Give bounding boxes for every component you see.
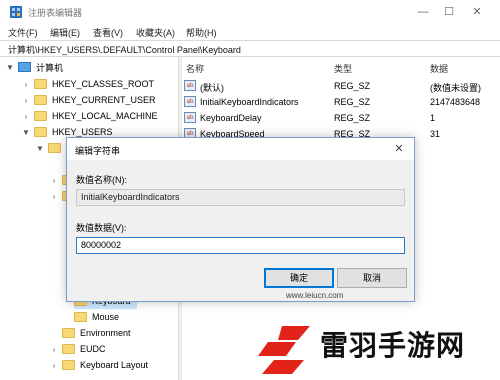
address-bar[interactable]: 计算机\HKEY_USERS\.DEFAULT\Control Panel\Ke… <box>0 40 500 57</box>
tree-item-label: HKEY_USERS <box>52 127 113 137</box>
folder-icon <box>62 360 75 370</box>
menu-edit[interactable]: 编辑(E) <box>50 26 80 39</box>
folder-icon <box>34 111 47 121</box>
tree-item-default[interactable]: ▼ <box>36 140 66 156</box>
minimize-button[interactable]: — <box>410 3 436 21</box>
collapsed-arrow-icon[interactable]: › <box>50 192 58 201</box>
value-type: REG_SZ <box>334 97 371 107</box>
tree-item-mouse[interactable]: Mouse <box>74 309 119 325</box>
value-type: REG_SZ <box>334 81 371 91</box>
table-row[interactable]: ab (默认) REG_SZ (数值未设置) <box>182 79 500 94</box>
maximize-button[interactable]: ☐ <box>436 3 462 21</box>
folder-icon <box>74 312 87 322</box>
tree-item-label: Environment <box>80 328 131 338</box>
expanded-arrow-icon[interactable]: ▼ <box>6 63 14 72</box>
value-data-input[interactable]: 80000002 <box>76 237 405 254</box>
tree-item-label: Keyboard Layout <box>80 360 149 370</box>
tree-item-label: HKEY_LOCAL_MACHINE <box>52 111 158 121</box>
value-data: 2147483648 <box>430 97 481 107</box>
ok-button[interactable]: 确定 <box>264 268 334 288</box>
tree-item-label: 计算机 <box>36 62 64 73</box>
expanded-arrow-icon[interactable]: ▼ <box>36 144 44 153</box>
regedit-app-icon <box>10 6 22 18</box>
edit-string-dialog: 编辑字符串 ✕ 数值名称(N): InitialKeyboardIndicato… <box>66 137 415 302</box>
title-bar: 注册表编辑器 — ☐ ✕ <box>0 0 500 24</box>
value-name: KeyboardDelay <box>200 113 262 123</box>
collapsed-arrow-icon[interactable]: › <box>50 361 58 370</box>
menu-view[interactable]: 查看(V) <box>93 26 123 39</box>
site-logo-icon <box>252 322 314 380</box>
folder-icon <box>34 79 47 89</box>
tree-item-eudc[interactable]: › EUDC <box>50 341 106 357</box>
tree-item-environment[interactable]: Environment <box>50 325 131 341</box>
dialog-title: 编辑字符串 <box>75 146 121 156</box>
menu-file[interactable]: 文件(F) <box>8 26 38 39</box>
tree-item-hkcu[interactable]: › HKEY_CURRENT_USER <box>22 92 156 108</box>
computer-icon <box>18 62 31 72</box>
window-title: 注册表编辑器 <box>28 8 83 18</box>
dialog-close-button[interactable]: ✕ <box>389 141 409 157</box>
value-data-label: 数值数据(V): <box>76 223 127 233</box>
folder-icon <box>34 95 47 105</box>
tree-item-label: HKEY_CURRENT_USER <box>52 95 156 105</box>
value-data: (数值未设置) <box>430 83 481 93</box>
folder-icon <box>48 143 61 153</box>
collapsed-arrow-icon[interactable]: › <box>22 80 30 89</box>
tree-item-label: Mouse <box>92 312 120 322</box>
value-name: InitialKeyboardIndicators <box>200 97 299 107</box>
dialog-title-bar[interactable]: 编辑字符串 ✕ <box>67 138 414 160</box>
collapsed-arrow-icon[interactable]: › <box>22 112 30 121</box>
watermark: 雷羽手游网 <box>250 320 500 380</box>
menu-favorites[interactable]: 收藏夹(A) <box>136 26 175 39</box>
collapsed-arrow-icon[interactable]: › <box>50 176 58 185</box>
value-type: REG_SZ <box>334 113 371 123</box>
table-row[interactable]: ab InitialKeyboardIndicators REG_SZ 2147… <box>182 95 500 110</box>
tree-item-label: HKEY_CLASSES_ROOT <box>52 79 155 89</box>
collapsed-arrow-icon[interactable]: › <box>22 96 30 105</box>
tree-item-hklm[interactable]: › HKEY_LOCAL_MACHINE <box>22 108 158 124</box>
tree-item-hkcr[interactable]: › HKEY_CLASSES_ROOT <box>22 76 154 92</box>
folder-icon <box>34 127 47 137</box>
value-data: 31 <box>430 129 441 139</box>
menu-help[interactable]: 帮助(H) <box>186 26 217 39</box>
expanded-arrow-icon[interactable]: ▼ <box>22 128 30 137</box>
address-path: 计算机\HKEY_USERS\.DEFAULT\Control Panel\Ke… <box>8 45 241 55</box>
column-header-name[interactable]: 名称 <box>186 62 204 75</box>
collapsed-arrow-icon[interactable]: › <box>50 345 58 354</box>
column-header-type[interactable]: 类型 <box>334 62 352 75</box>
folder-icon <box>62 344 75 354</box>
tree-item-label: EUDC <box>80 344 106 354</box>
string-value-icon: ab <box>184 80 196 91</box>
watermark-text: 雷羽手游网 <box>320 329 466 362</box>
value-name: (默认) <box>200 83 224 93</box>
watermark-url-small: www.leiucn.com <box>286 291 344 300</box>
table-row[interactable]: ab KeyboardDelay REG_SZ 1 <box>182 111 500 126</box>
string-value-icon: ab <box>184 96 196 107</box>
string-value-icon: ab <box>184 112 196 123</box>
column-header-data[interactable]: 数据 <box>430 62 448 75</box>
folder-icon <box>62 328 75 338</box>
tree-item-keyboard-layout[interactable]: › Keyboard Layout <box>50 357 148 373</box>
close-button[interactable]: ✕ <box>464 3 490 21</box>
menu-bar: 文件(F) 编辑(E) 查看(V) 收藏夹(A) 帮助(H) <box>0 24 500 40</box>
cancel-button[interactable]: 取消 <box>337 268 407 288</box>
value-name-label: 数值名称(N): <box>76 175 127 185</box>
value-name-field: InitialKeyboardIndicators <box>76 189 405 206</box>
value-data: 1 <box>430 113 436 123</box>
tree-item-computer[interactable]: ▼ 计算机 <box>6 59 63 75</box>
